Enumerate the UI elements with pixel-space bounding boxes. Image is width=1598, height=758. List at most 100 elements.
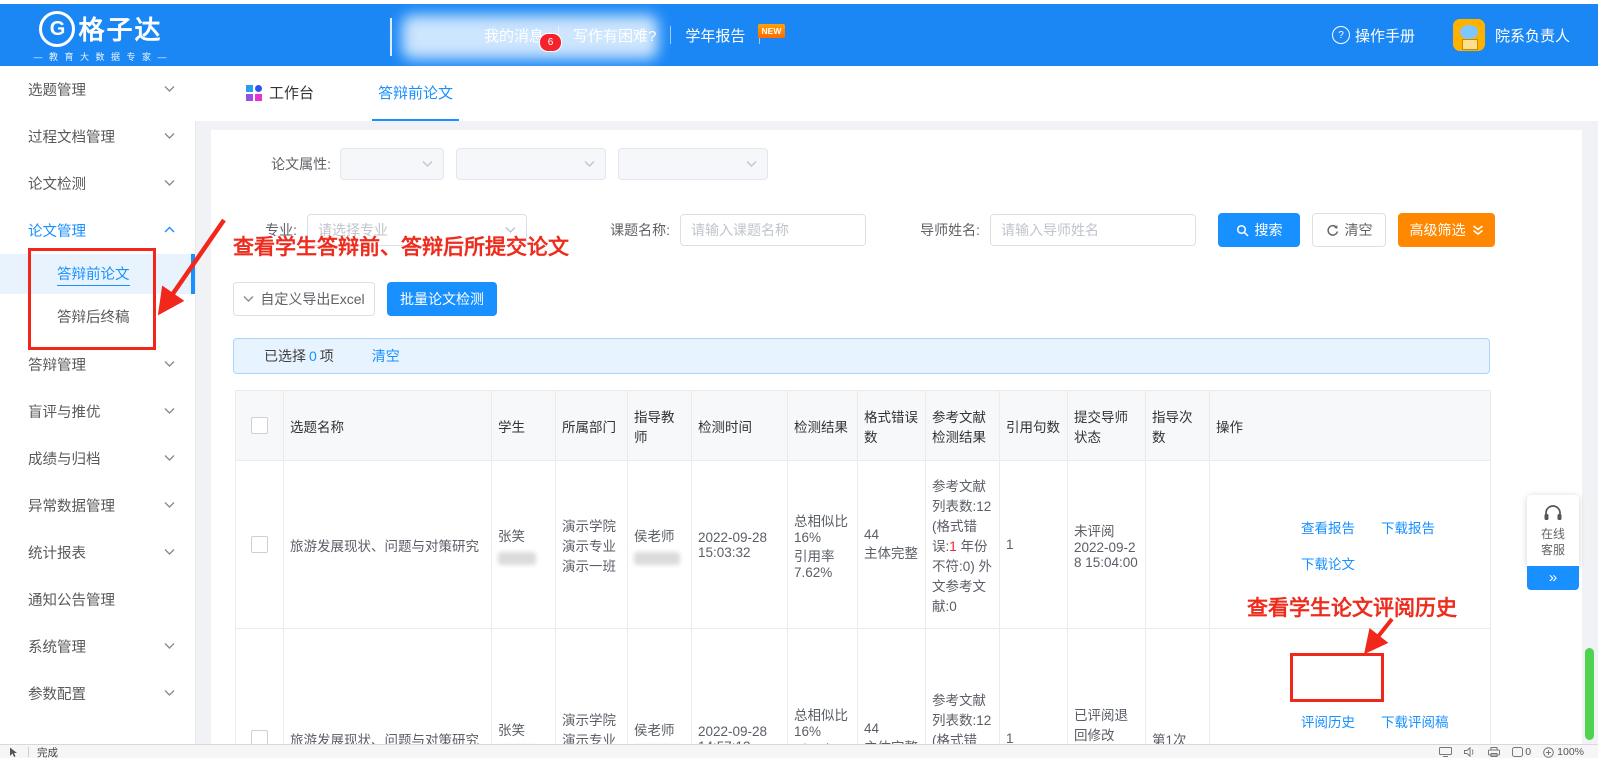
link-download-review-draft[interactable]: 下载评阅稿 (1381, 711, 1484, 731)
chevron-down-icon (746, 160, 757, 168)
role-label[interactable]: 院系负责人 (1495, 25, 1570, 46)
link-download-report[interactable]: 下载报告 (1381, 517, 1484, 537)
cell-teacher: 侯老师 (628, 461, 692, 629)
clear-button[interactable]: 清空 (1312, 213, 1386, 247)
cell-department: 演示学院 演示专业 演示一班 (556, 461, 628, 629)
online-service-button[interactable]: 在线 客服 (1527, 495, 1579, 566)
headset-icon (1542, 503, 1564, 523)
annotation-review-history-note: 查看学生论文评阅历史 (1247, 592, 1457, 622)
papers-table: 选题名称 学生 所属部门 指导教师 检测时间 检测结果 格式错误数 参考文献检测… (235, 390, 1491, 758)
cell-submit-status: 未评阅 2022-09-28 15:04:00 (1068, 461, 1146, 629)
avatar[interactable] (1453, 19, 1485, 51)
advanced-filter-button[interactable]: 高级筛选 (1398, 213, 1495, 247)
topic-name-label: 课题名称: (595, 214, 670, 246)
annual-report-label: 学年报告 (685, 28, 745, 45)
sidebar-item-topic-management[interactable]: 选题管理 (0, 66, 195, 113)
cell-guide-count (1146, 461, 1210, 629)
chevron-down-icon (164, 360, 175, 368)
sidebar-item-system-management[interactable]: 系统管理 (0, 623, 195, 670)
col-actions: 操作 (1210, 391, 1491, 461)
chevron-up-icon (164, 226, 175, 234)
search-button[interactable]: 搜索 (1218, 213, 1300, 247)
sidebar-item-announcements[interactable]: 通知公告管理 (0, 576, 195, 623)
annotation-box-sidebar (28, 248, 156, 350)
col-student: 学生 (492, 391, 556, 461)
manual-label: 操作手册 (1355, 25, 1415, 46)
cell-topic: 旅游发展现状、问题与对策研究 (284, 629, 492, 758)
blocked-count[interactable]: 0 (1512, 746, 1531, 758)
cell-quote-count: 1 (1000, 629, 1068, 758)
online-service-widget: 在线 客服 » (1527, 495, 1579, 590)
chevron-down-icon (422, 160, 433, 168)
link-download-paper[interactable]: 下载论文 (1301, 553, 1381, 573)
link-review-history[interactable]: 评阅历史 (1301, 711, 1381, 731)
double-angle-icon: » (1549, 569, 1557, 586)
sidebar-item-paper-management[interactable]: 论文管理 (0, 207, 195, 254)
paper-attr-select-2[interactable] (456, 148, 606, 180)
topic-name-input[interactable] (680, 214, 866, 246)
tutor-name-input[interactable] (990, 214, 1196, 246)
col-quote-count: 引用句数 (1000, 391, 1068, 461)
speaker-icon[interactable] (1464, 747, 1476, 757)
zoom-control[interactable]: 100% (1543, 746, 1584, 758)
link-view-report[interactable]: 查看报告 (1301, 517, 1381, 537)
teacher-id-redacted (634, 552, 680, 565)
chevron-down-icon (164, 407, 175, 415)
browser-status-bar: 完成 0 100% (0, 744, 1598, 758)
paper-attr-select-1[interactable] (340, 148, 444, 180)
sidebar-item-grades-archive[interactable]: 成绩与归档 (0, 435, 195, 482)
service-expand-button[interactable]: » (1527, 566, 1579, 590)
student-id-redacted (498, 552, 536, 565)
col-topic-name: 选题名称 (284, 391, 492, 461)
manual-link[interactable]: ? 操作手册 (1332, 25, 1415, 46)
search-icon (1236, 224, 1249, 237)
selection-bar: 已选择 0 项 清空 (233, 338, 1490, 374)
tab-bar: 工作台 答辩前论文 (195, 66, 1598, 121)
chevron-down-icon (164, 689, 175, 697)
cell-submit-status: 已评阅退回修改 2022-09-28 (1068, 629, 1146, 758)
cell-check-time: 2022-09-28 15:03:32 (692, 461, 788, 629)
app-header: G 格子达 — 教 育 大 数 据 专 家 — 我的消息 6 写作有困难? 学年… (0, 4, 1598, 66)
paper-attr-label: 论文属性: (241, 148, 331, 180)
sidebar-item-statistics[interactable]: 统计报表 (0, 529, 195, 576)
app-window: G 格子达 — 教 育 大 数 据 专 家 — 我的消息 6 写作有困难? 学年… (0, 0, 1598, 758)
logo-g-icon: G (39, 11, 75, 47)
double-chevron-down-icon (1472, 225, 1484, 236)
chevron-down-icon (164, 132, 175, 140)
tab-pre-defense-papers[interactable]: 答辩前论文 (372, 66, 459, 121)
col-check-result: 检测结果 (788, 391, 858, 461)
question-circle-icon: ? (1332, 26, 1350, 44)
selection-clear-link[interactable]: 清空 (372, 346, 400, 366)
sidebar-item-parameter-config[interactable]: 参数配置 (0, 670, 195, 717)
cell-reference-result: 参考文献列表数:12 (格式错误:1 年份不符:0) 外文参考文献:0 (926, 461, 1000, 629)
workbench-grid-icon (246, 85, 262, 101)
annual-report-link[interactable]: 学年报告 NEW (671, 25, 759, 46)
printer-icon[interactable] (1488, 747, 1500, 757)
writing-help-link[interactable]: 写作有困难? (559, 25, 670, 46)
col-submit-status: 提交导师状态 (1068, 391, 1146, 461)
select-all-checkbox[interactable] (251, 417, 268, 434)
chevron-down-icon (164, 85, 175, 93)
chevron-down-icon (164, 642, 175, 650)
annotation-pre-defense-note: 查看学生答辩前、答辩后所提交论文 (233, 231, 569, 261)
cell-format-errors: 44 主体完整 (858, 461, 926, 629)
tab-workbench[interactable]: 工作台 (240, 66, 320, 121)
paper-attr-select-3[interactable] (618, 148, 768, 180)
my-messages-link[interactable]: 我的消息 6 (470, 25, 558, 46)
selected-prefix: 已选择 (264, 346, 306, 366)
sidebar-item-paper-check[interactable]: 论文检测 (0, 160, 195, 207)
tutor-name-label: 导师姓名: (905, 214, 980, 246)
monitor-icon[interactable] (1439, 747, 1452, 757)
row-checkbox[interactable] (251, 536, 268, 553)
sidebar-item-process-docs[interactable]: 过程文档管理 (0, 113, 195, 160)
sidebar-item-abnormal-data[interactable]: 异常数据管理 (0, 482, 195, 529)
chevron-down-icon (243, 295, 254, 303)
logo-tagline: — 教 育 大 数 据 专 家 — (26, 50, 176, 63)
header-divider (390, 18, 392, 56)
scrollbar-thumb[interactable] (1585, 648, 1594, 740)
custom-export-excel-button[interactable]: 自定义导出Excel (233, 282, 375, 316)
cell-department: 演示学院 演示专业 演示一班 (556, 629, 628, 758)
batch-check-button[interactable]: 批量论文检测 (387, 282, 497, 316)
col-reference-result: 参考文献检测结果 (926, 391, 1000, 461)
sidebar-item-blind-review[interactable]: 盲评与推优 (0, 388, 195, 435)
